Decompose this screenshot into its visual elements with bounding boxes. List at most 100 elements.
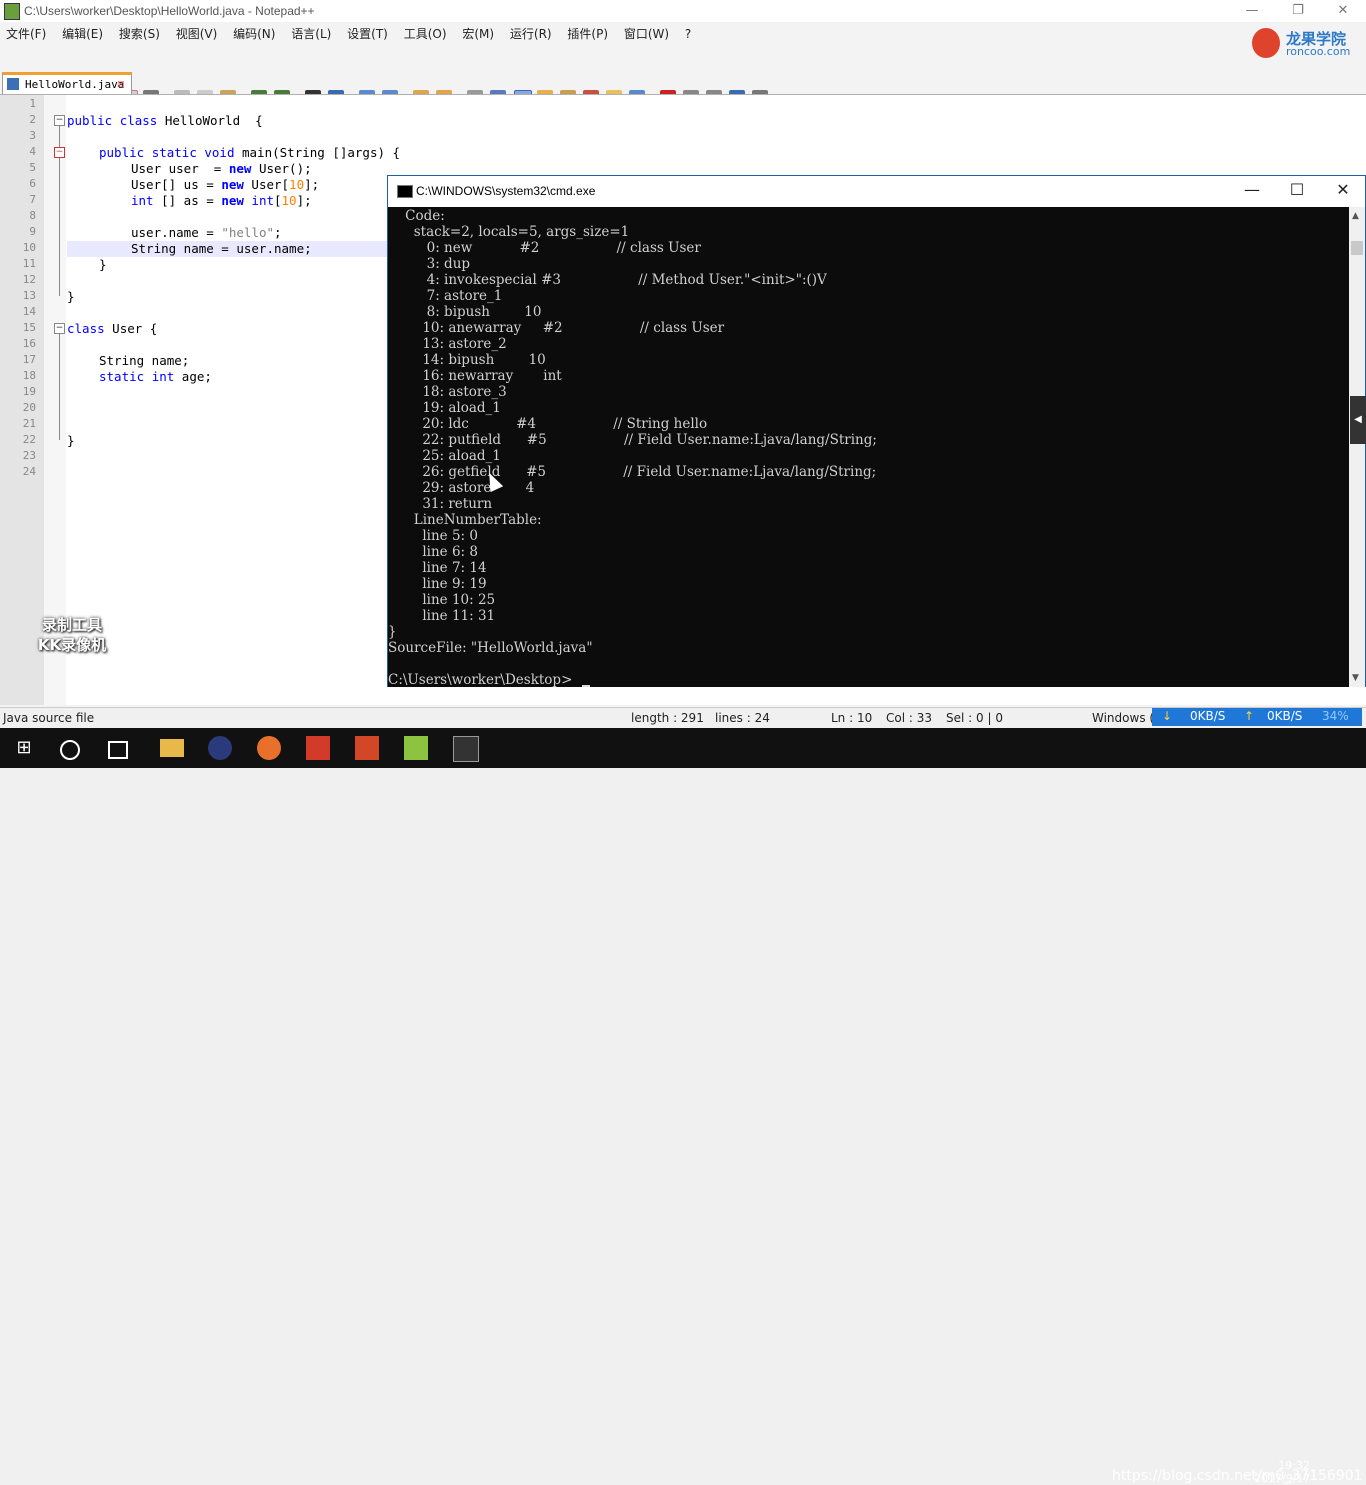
menu-plugins[interactable]: 插件(P) (561, 23, 614, 42)
status-eol: Windows ( (1092, 711, 1155, 725)
console-line: line 6: 8 (388, 544, 478, 560)
menu-view[interactable]: 视图(V) (170, 23, 224, 42)
scroll-down-icon[interactable]: ▼ (1352, 673, 1359, 683)
keyword: public (99, 145, 145, 160)
menu-tools[interactable]: 工具(O) (398, 23, 453, 42)
menu-help[interactable]: ? (679, 25, 697, 41)
line-number: 18 (22, 369, 36, 382)
close-button[interactable]: ✕ (1320, 0, 1366, 22)
code-text: [ (274, 193, 282, 208)
download-arrow-icon: ↓ (1162, 709, 1173, 723)
search-icon[interactable] (60, 740, 80, 760)
console-line: line 10: 25 (388, 592, 496, 608)
windows-start-icon[interactable]: ⊞ (12, 736, 36, 760)
console-line: 4: invokespecial #3 // Method User."<ini… (388, 272, 827, 288)
code-line-11: } (99, 257, 107, 272)
cmd-scrollbar[interactable]: ▲ ▼ (1349, 207, 1365, 687)
cmd-console[interactable]: Code: stack=2, locals=5, args_size=1 0: … (388, 207, 1349, 687)
menu-bar: 文件(F) 编辑(E) 搜索(S) 视图(V) 编码(N) 语言(L) 设置(T… (0, 23, 1366, 43)
collapse-panel-icon[interactable]: ◀ (1350, 396, 1366, 444)
console-line: 13: astore_2 (388, 336, 507, 352)
cmd-maximize-button[interactable]: ☐ (1282, 180, 1312, 199)
keyword: class (119, 113, 158, 128)
wps-icon[interactable] (306, 736, 330, 760)
cmd-taskbar-icon[interactable] (453, 736, 479, 762)
tab-helloworld[interactable]: HelloWorld.java ☒ (2, 72, 132, 94)
code-line-15: class User { (67, 321, 157, 336)
status-length: length : 291 (631, 711, 704, 725)
powerpoint-icon[interactable] (355, 736, 379, 760)
menu-file[interactable]: 文件(F) (0, 23, 52, 42)
menu-search[interactable]: 搜索(S) (113, 23, 166, 42)
brand-url: roncoo.com (1286, 45, 1351, 58)
line-number: 17 (22, 353, 36, 366)
roncoo-logo-icon (1252, 28, 1280, 58)
code-line-2: public class HelloWorld { (67, 113, 263, 128)
console-line: stack=2, locals=5, args_size=1 (388, 224, 630, 240)
minimize-button[interactable]: — (1229, 0, 1275, 22)
eclipse-icon[interactable] (208, 736, 232, 760)
keyword: int (151, 369, 175, 384)
tab-label: HelloWorld.java (25, 78, 125, 91)
console-line: SourceFile: "HelloWorld.java" (388, 640, 593, 656)
menu-macro[interactable]: 宏(M) (456, 23, 500, 42)
notepadpp-taskbar-icon[interactable] (404, 736, 428, 760)
code-text: ]; (304, 177, 320, 192)
line-number: 15 (22, 321, 36, 334)
watermark-line1: 录制工具 (41, 616, 102, 634)
code-text: User[] us = (131, 177, 222, 192)
keyword: int (251, 193, 274, 208)
tab-close-icon[interactable]: ☒ (117, 76, 124, 90)
menu-settings[interactable]: 设置(T) (341, 23, 394, 42)
menu-window[interactable]: 窗口(W) (618, 23, 675, 42)
console-line: line 5: 0 (388, 528, 478, 544)
fold-minus-icon[interactable]: − (54, 115, 65, 126)
console-line: 26: getfield #5 // Field User.name:Ljava… (388, 464, 877, 480)
number: 10 (281, 193, 297, 208)
console-line: } (388, 624, 397, 640)
cmd-title-bar[interactable]: C:\WINDOWS\system32\cmd.exe — ☐ ✕ (388, 176, 1365, 206)
fold-minus-icon[interactable]: − (54, 323, 65, 334)
clock[interactable]: 19:32 2017/9/17 (1254, 1459, 1310, 1485)
scroll-up-icon[interactable]: ▲ (1352, 211, 1359, 221)
status-file-type: Java source file (3, 711, 95, 725)
code-text: User[ (243, 177, 290, 192)
status-ln: Ln : 10 (831, 711, 873, 725)
keyword: new (221, 193, 244, 208)
scroll-thumb[interactable] (1351, 241, 1363, 255)
line-number: 22 (22, 433, 36, 446)
maximize-button[interactable]: ❐ (1275, 0, 1321, 22)
file-explorer-icon[interactable] (160, 739, 184, 757)
firefox-icon[interactable] (257, 736, 281, 760)
menu-edit[interactable]: 编辑(E) (56, 23, 109, 42)
code-line-7: int [] as = new int[10]; (131, 193, 312, 208)
line-number: 21 (22, 417, 36, 430)
file-saved-icon (7, 78, 19, 90)
cmd-window[interactable]: C:\WINDOWS\system32\cmd.exe — ☐ ✕ Code: … (387, 175, 1366, 687)
text-cursor (582, 685, 590, 687)
cmd-minimize-button[interactable]: — (1237, 180, 1267, 199)
network-speed-widget: ↓ 0KB/S ↑ 0KB/S 34% (1152, 708, 1362, 726)
line-number: 23 (22, 449, 36, 462)
line-number: 16 (22, 337, 36, 350)
console-line: 3: dup (388, 256, 471, 272)
code-text: age; (174, 369, 212, 384)
menu-language[interactable]: 语言(L) (285, 23, 337, 42)
tab-bar (0, 70, 1366, 95)
menu-run[interactable]: 运行(R) (504, 23, 558, 42)
line-number: 4 (29, 145, 36, 158)
line-number: 11 (22, 257, 36, 270)
fold-minus-icon[interactable]: − (54, 147, 65, 158)
console-line: 29: astore 4 (388, 480, 535, 496)
console-line: 19: aload_1 (388, 400, 501, 416)
code-text: main(String []args) { (234, 145, 401, 160)
task-view-icon[interactable] (108, 741, 128, 759)
toolbar (0, 44, 1240, 108)
code-line-18: static int age; (99, 369, 212, 384)
line-number: 12 (22, 273, 36, 286)
code-text: user.name = (131, 225, 222, 240)
menu-encoding[interactable]: 编码(N) (227, 23, 281, 42)
recorder-watermark: 录制工具 KK录像机 (22, 615, 122, 660)
fold-line (59, 334, 60, 440)
cmd-close-button[interactable]: ✕ (1328, 180, 1358, 199)
